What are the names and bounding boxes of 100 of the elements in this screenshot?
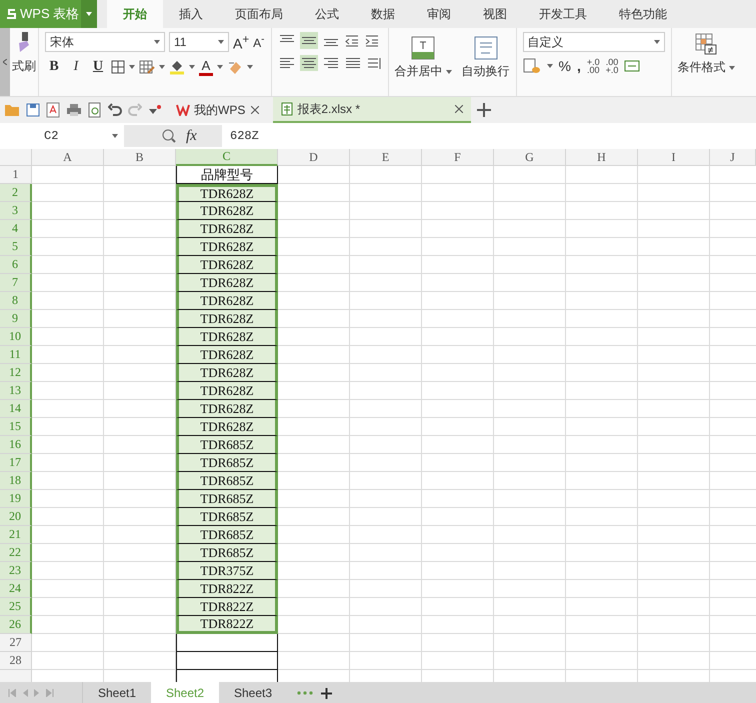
increase-decimal-button[interactable]: +.0 .00 <box>586 58 600 74</box>
row-number[interactable]: 13 <box>0 382 32 400</box>
close-icon[interactable] <box>251 106 260 114</box>
percent-button[interactable]: % <box>558 58 571 74</box>
document-tab[interactable]: 我的WPS <box>168 97 268 123</box>
row-number[interactable]: 5 <box>0 238 32 256</box>
save-icon[interactable] <box>26 103 40 117</box>
ribbon-tab[interactable]: 特色功能 <box>603 0 683 28</box>
column-header[interactable]: J <box>710 149 756 166</box>
grow-font-button[interactable]: A$^{+}$ <box>233 32 250 52</box>
add-sheet-icon[interactable] <box>321 688 332 698</box>
document-tab[interactable]: 报表2.xlsx * <box>273 97 472 123</box>
row-number[interactable]: 25 <box>0 598 32 616</box>
customize-icon[interactable] <box>148 104 162 116</box>
caret-icon[interactable] <box>159 65 165 69</box>
font-size-field[interactable]: 11 <box>169 32 229 52</box>
comma-button[interactable]: , <box>576 58 581 74</box>
format-painter-label[interactable]: 式刷 <box>12 58 36 75</box>
caret-icon[interactable] <box>446 70 452 74</box>
wrap-text-button[interactable]: 自动换行 <box>462 63 510 80</box>
row-number[interactable]: 18 <box>0 472 32 490</box>
caret-icon[interactable] <box>546 64 553 68</box>
row-number[interactable]: 22 <box>0 544 32 562</box>
align-button[interactable] <box>300 32 318 49</box>
row-number[interactable]: 2 <box>0 184 32 202</box>
conditional-format-button[interactable]: 条件格式 <box>678 59 735 76</box>
cell-style-icon[interactable] <box>139 60 155 74</box>
row-number[interactable]: 7 <box>0 274 32 292</box>
indent-increase-icon[interactable] <box>364 33 380 48</box>
ribbon-tab[interactable]: 开发工具 <box>523 0 603 28</box>
decrease-decimal-button[interactable]: .00 +.0 <box>606 58 618 74</box>
italic-button[interactable]: I <box>67 59 85 75</box>
row-number[interactable]: 27 <box>0 634 32 652</box>
row-number[interactable]: 4 <box>0 220 32 238</box>
row-number[interactable]: 24 <box>0 580 32 598</box>
function-button[interactable]: fx <box>186 128 197 144</box>
fill-color-icon[interactable] <box>169 59 185 75</box>
column-header[interactable]: I <box>638 149 710 166</box>
merge-cells-icon[interactable] <box>411 36 436 60</box>
new-tab-icon[interactable] <box>477 103 492 117</box>
name-box[interactable]: C2 <box>0 125 124 147</box>
font-name-field[interactable]: 宋体 <box>45 32 165 52</box>
conditional-format-icon[interactable] <box>694 32 718 56</box>
pdf-export-icon[interactable] <box>46 102 60 118</box>
app-menu-caret[interactable] <box>81 0 97 28</box>
print-icon[interactable] <box>66 103 82 117</box>
caret-icon[interactable] <box>189 65 195 69</box>
align-button[interactable] <box>322 55 340 71</box>
ribbon-tab[interactable]: 公式 <box>299 0 355 28</box>
row-number[interactable]: 12 <box>0 364 32 382</box>
row-number[interactable]: 10 <box>0 328 32 346</box>
indent-decrease-icon[interactable] <box>344 33 360 48</box>
caret-icon[interactable] <box>217 65 223 69</box>
align-button[interactable] <box>300 55 318 71</box>
column-header[interactable]: A <box>32 149 104 166</box>
column-header[interactable]: D <box>278 149 350 166</box>
borders-icon[interactable] <box>111 60 125 74</box>
row-number[interactable]: 14 <box>0 400 32 418</box>
ribbon-tab[interactable]: 页面布局 <box>219 0 299 28</box>
caret-icon[interactable] <box>654 40 660 44</box>
align-button[interactable] <box>344 55 362 71</box>
row-number[interactable]: 26 <box>0 616 32 634</box>
row-number[interactable]: 15 <box>0 418 32 436</box>
row-number[interactable]: 16 <box>0 436 32 454</box>
currency-icon[interactable] <box>522 58 541 74</box>
formula-field[interactable]: 628Z <box>222 125 756 147</box>
font-color-button[interactable]: A <box>199 58 213 76</box>
caret-icon[interactable] <box>112 134 118 138</box>
shrink-font-button[interactable]: A$^{-}$ <box>253 34 265 50</box>
row-number[interactable]: 9 <box>0 310 32 328</box>
bold-button[interactable]: B <box>45 59 63 75</box>
row-number[interactable]: 21 <box>0 526 32 544</box>
ribbon-tab[interactable]: 审阅 <box>411 0 467 28</box>
row-number[interactable]: 17 <box>0 454 32 472</box>
number-format-field[interactable]: 自定义 <box>522 32 665 52</box>
wrap-text-icon[interactable] <box>474 36 498 60</box>
caret-icon[interactable] <box>728 66 735 70</box>
row-number[interactable]: 3 <box>0 202 32 220</box>
caret-icon[interactable] <box>247 65 253 69</box>
column-header[interactable]: B <box>104 149 176 166</box>
sheet-tab[interactable]: Sheet1 <box>83 682 151 703</box>
ribbon-tab[interactable]: 视图 <box>467 0 523 28</box>
row-number[interactable]: 1 <box>0 166 32 184</box>
caret-icon[interactable] <box>218 40 224 44</box>
row-number[interactable]: 8 <box>0 292 32 310</box>
column-header[interactable]: C <box>176 149 278 166</box>
column-header[interactable]: F <box>422 149 494 166</box>
ribbon-tab[interactable]: 插入 <box>163 0 219 28</box>
sheet-tab[interactable]: Sheet3 <box>219 682 287 703</box>
print-preview-icon[interactable] <box>88 102 102 118</box>
row-number[interactable]: 19 <box>0 490 32 508</box>
caret-icon[interactable] <box>154 40 160 44</box>
close-icon[interactable] <box>455 105 464 113</box>
brush-icon[interactable] <box>16 32 32 52</box>
underline-button[interactable]: U <box>89 59 107 75</box>
collapse-handle[interactable] <box>0 28 10 96</box>
ribbon-tab[interactable]: 开始 <box>107 0 163 28</box>
undo-icon[interactable] <box>108 103 122 117</box>
scientific-format-icon[interactable] <box>624 60 640 72</box>
ribbon-tab[interactable]: 数据 <box>355 0 411 28</box>
